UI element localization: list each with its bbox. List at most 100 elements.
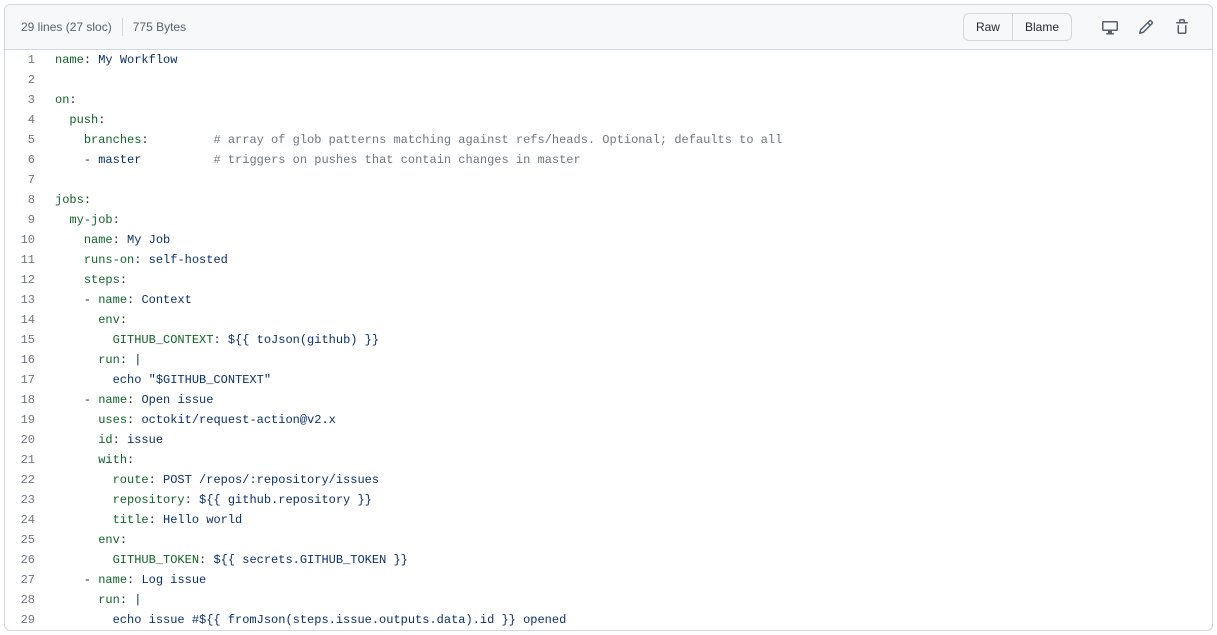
divider xyxy=(122,18,123,36)
line-code[interactable]: my-job: xyxy=(45,210,1212,230)
line-number[interactable]: 28 xyxy=(5,590,45,610)
file-box: 29 lines (27 sloc) 775 Bytes Raw Blame 1… xyxy=(4,4,1213,631)
code-row: 17 echo "$GITHUB_CONTEXT" xyxy=(5,370,1212,390)
line-number[interactable]: 25 xyxy=(5,530,45,550)
raw-button[interactable]: Raw xyxy=(963,13,1013,41)
file-size: 775 Bytes xyxy=(133,20,186,34)
line-code[interactable] xyxy=(45,70,1212,90)
line-number[interactable]: 7 xyxy=(5,170,45,190)
code-row: 2 xyxy=(5,70,1212,90)
code-row: 22 route: POST /repos/:repository/issues xyxy=(5,470,1212,490)
code-row: 12 steps: xyxy=(5,270,1212,290)
line-number[interactable]: 19 xyxy=(5,410,45,430)
code-row: 8jobs: xyxy=(5,190,1212,210)
file-actions: Raw Blame xyxy=(963,13,1196,41)
line-code[interactable]: name: My Job xyxy=(45,230,1212,250)
code-row: 3on: xyxy=(5,90,1212,110)
line-code[interactable]: env: xyxy=(45,310,1212,330)
line-code[interactable]: echo issue #${{ fromJson(steps.issue.out… xyxy=(45,610,1212,630)
raw-blame-group: Raw Blame xyxy=(963,13,1072,41)
line-number[interactable]: 22 xyxy=(5,470,45,490)
line-code[interactable]: GITHUB_CONTEXT: ${{ toJson(github) }} xyxy=(45,330,1212,350)
code-row: 14 env: xyxy=(5,310,1212,330)
line-code[interactable]: - name: Context xyxy=(45,290,1212,310)
file-info: 29 lines (27 sloc) 775 Bytes xyxy=(21,18,186,36)
line-number[interactable]: 16 xyxy=(5,350,45,370)
line-number[interactable]: 3 xyxy=(5,90,45,110)
code-row: 4 push: xyxy=(5,110,1212,130)
line-number[interactable]: 29 xyxy=(5,610,45,630)
line-number[interactable]: 20 xyxy=(5,430,45,450)
line-code[interactable]: uses: octokit/request-action@v2.x xyxy=(45,410,1212,430)
line-number[interactable]: 24 xyxy=(5,510,45,530)
line-number[interactable]: 17 xyxy=(5,370,45,390)
line-code[interactable]: - master # triggers on pushes that conta… xyxy=(45,150,1212,170)
code-row: 6 - master # triggers on pushes that con… xyxy=(5,150,1212,170)
line-number[interactable]: 23 xyxy=(5,490,45,510)
lines-count: 29 lines (27 sloc) xyxy=(21,20,112,34)
line-number[interactable]: 14 xyxy=(5,310,45,330)
line-number[interactable]: 27 xyxy=(5,570,45,590)
line-code[interactable]: on: xyxy=(45,90,1212,110)
line-number[interactable]: 1 xyxy=(5,50,45,70)
line-code[interactable]: name: My Workflow xyxy=(45,50,1212,70)
line-number[interactable]: 8 xyxy=(5,190,45,210)
line-number[interactable]: 18 xyxy=(5,390,45,410)
trash-icon[interactable] xyxy=(1168,13,1196,41)
pencil-icon[interactable] xyxy=(1132,13,1160,41)
line-number[interactable]: 10 xyxy=(5,230,45,250)
line-number[interactable]: 12 xyxy=(5,270,45,290)
file-header: 29 lines (27 sloc) 775 Bytes Raw Blame xyxy=(5,5,1212,50)
line-code[interactable]: - name: Open issue xyxy=(45,390,1212,410)
code-row: 7 xyxy=(5,170,1212,190)
line-code[interactable]: with: xyxy=(45,450,1212,470)
line-code[interactable]: GITHUB_TOKEN: ${{ secrets.GITHUB_TOKEN }… xyxy=(45,550,1212,570)
line-number[interactable]: 21 xyxy=(5,450,45,470)
line-code[interactable]: echo "$GITHUB_CONTEXT" xyxy=(45,370,1212,390)
blame-button[interactable]: Blame xyxy=(1012,13,1072,41)
line-number[interactable]: 13 xyxy=(5,290,45,310)
code-row: 13 - name: Context xyxy=(5,290,1212,310)
desktop-icon[interactable] xyxy=(1096,13,1124,41)
line-code[interactable]: branches: # array of glob patterns match… xyxy=(45,130,1212,150)
code-row: 28 run: | xyxy=(5,590,1212,610)
code-row: 9 my-job: xyxy=(5,210,1212,230)
code-viewer: 1name: My Workflow2 3on:4 push:5 branche… xyxy=(5,50,1212,630)
line-code[interactable]: run: | xyxy=(45,590,1212,610)
line-number[interactable]: 11 xyxy=(5,250,45,270)
line-code[interactable]: - name: Log issue xyxy=(45,570,1212,590)
code-row: 21 with: xyxy=(5,450,1212,470)
code-row: 10 name: My Job xyxy=(5,230,1212,250)
line-code[interactable] xyxy=(45,170,1212,190)
line-number[interactable]: 5 xyxy=(5,130,45,150)
code-row: 19 uses: octokit/request-action@v2.x xyxy=(5,410,1212,430)
code-row: 29 echo issue #${{ fromJson(steps.issue.… xyxy=(5,610,1212,630)
code-row: 11 runs-on: self-hosted xyxy=(5,250,1212,270)
line-number[interactable]: 26 xyxy=(5,550,45,570)
line-number[interactable]: 15 xyxy=(5,330,45,350)
line-code[interactable]: repository: ${{ github.repository }} xyxy=(45,490,1212,510)
code-row: 1name: My Workflow xyxy=(5,50,1212,70)
code-row: 15 GITHUB_CONTEXT: ${{ toJson(github) }} xyxy=(5,330,1212,350)
line-code[interactable]: steps: xyxy=(45,270,1212,290)
line-code[interactable]: route: POST /repos/:repository/issues xyxy=(45,470,1212,490)
line-code[interactable]: id: issue xyxy=(45,430,1212,450)
code-row: 25 env: xyxy=(5,530,1212,550)
line-code[interactable]: runs-on: self-hosted xyxy=(45,250,1212,270)
line-code[interactable]: push: xyxy=(45,110,1212,130)
code-row: 27 - name: Log issue xyxy=(5,570,1212,590)
line-code[interactable]: jobs: xyxy=(45,190,1212,210)
code-row: 24 title: Hello world xyxy=(5,510,1212,530)
line-code[interactable]: env: xyxy=(45,530,1212,550)
code-row: 5 branches: # array of glob patterns mat… xyxy=(5,130,1212,150)
line-number[interactable]: 2 xyxy=(5,70,45,90)
line-code[interactable]: title: Hello world xyxy=(45,510,1212,530)
code-row: 20 id: issue xyxy=(5,430,1212,450)
code-row: 16 run: | xyxy=(5,350,1212,370)
line-code[interactable]: run: | xyxy=(45,350,1212,370)
code-row: 23 repository: ${{ github.repository }} xyxy=(5,490,1212,510)
line-number[interactable]: 9 xyxy=(5,210,45,230)
code-row: 18 - name: Open issue xyxy=(5,390,1212,410)
line-number[interactable]: 4 xyxy=(5,110,45,130)
line-number[interactable]: 6 xyxy=(5,150,45,170)
